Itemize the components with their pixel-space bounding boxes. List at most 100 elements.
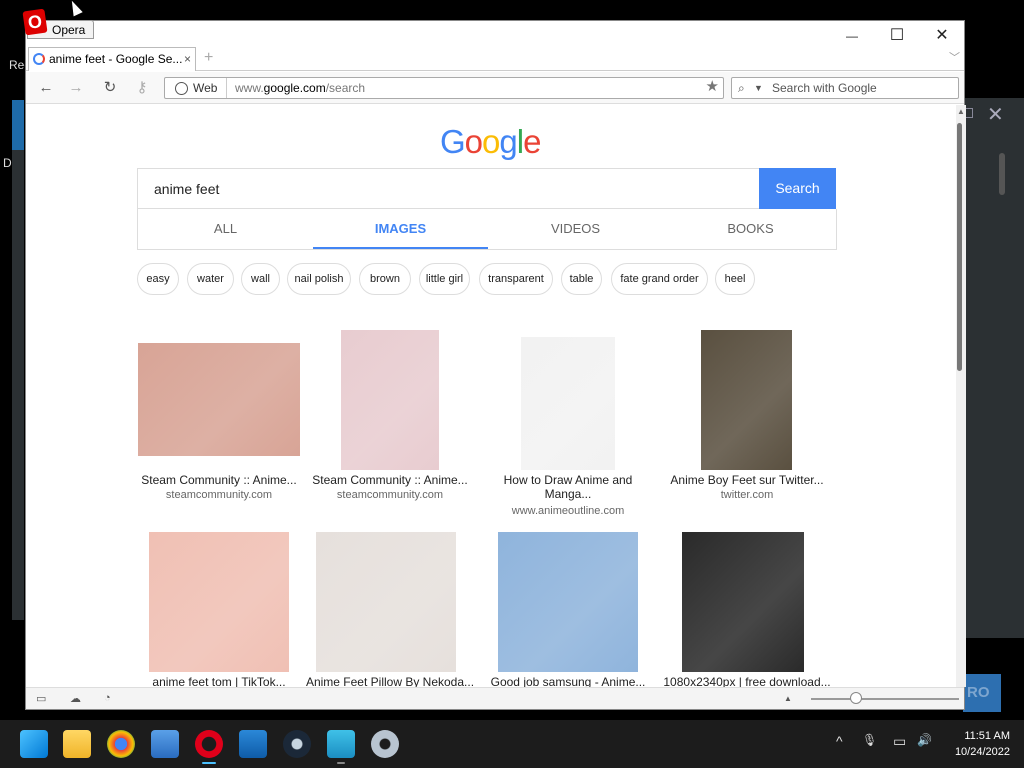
running-indicator <box>337 762 345 764</box>
file-explorer-icon[interactable] <box>63 730 91 758</box>
result-title[interactable]: How to Draw Anime and Manga... <box>483 473 653 501</box>
microphone-icon[interactable]: 🎙 <box>862 733 877 747</box>
address-bar[interactable]: Web www.google.com/search ★ <box>164 77 724 99</box>
chip-fate-grand-order[interactable]: fate grand order <box>611 263 708 295</box>
background-window-right: ✕ RO <box>960 98 1024 712</box>
tab-google-search[interactable]: anime feet - Google Se... × <box>28 47 196 71</box>
page-content: Google anime feet Search ALL IMAGES VIDEOS… <box>26 105 956 687</box>
running-indicator <box>202 762 216 764</box>
back-button[interactable]: ← <box>36 78 56 98</box>
key-icon[interactable]: ⚷ <box>132 78 152 98</box>
scroll-up-icon[interactable]: ▲ <box>957 107 965 116</box>
app-wave-icon[interactable] <box>327 730 355 758</box>
tab-close-icon[interactable]: × <box>184 48 191 71</box>
result-title[interactable]: anime feet tom | TikTok... <box>134 675 304 687</box>
browser-window: — ☐ ✕ anime feet - Google Se... × + ﹀ ← … <box>25 20 966 710</box>
background-button: RO <box>963 674 1001 712</box>
taskbar: ^ 🎙 ▭ 🔊 11:51 AM 10/24/2022 <box>0 720 1024 768</box>
tab-bar: anime feet - Google Se... × + ﹀ <box>26 47 964 71</box>
cloud-icon[interactable]: ☁ <box>70 692 81 705</box>
scroll-thumb[interactable] <box>957 123 962 371</box>
result-source: www.animeoutline.com <box>511 505 625 517</box>
result-thumbnail[interactable] <box>701 330 792 470</box>
result-thumbnail[interactable] <box>498 532 638 672</box>
tab-images[interactable]: IMAGES <box>313 209 488 249</box>
result-thumbnail[interactable] <box>521 337 615 470</box>
tab-videos[interactable]: VIDEOS <box>488 209 663 249</box>
chrome-icon[interactable] <box>107 730 135 758</box>
scrollbar <box>999 153 1005 195</box>
bookmark-star-icon[interactable]: ★ <box>706 77 719 97</box>
dropdown-arrow-icon[interactable]: ▼ <box>754 78 763 98</box>
turbo-icon[interactable]: ◔ <box>104 692 111 704</box>
chip-little-girl[interactable]: little girl <box>419 263 470 295</box>
google-search-input[interactable]: anime feet <box>137 168 760 209</box>
tab-list-chevron-icon[interactable]: ﹀ <box>949 49 960 65</box>
maximize-button[interactable]: ☐ <box>882 25 912 47</box>
tab-books[interactable]: BOOKS <box>663 209 838 249</box>
chip-transparent[interactable]: transparent <box>479 263 553 295</box>
background-window-left <box>12 100 24 620</box>
volume-icon[interactable]: 🔊 <box>917 733 932 747</box>
result-title[interactable]: Anime Boy Feet sur Twitter... <box>662 473 832 487</box>
google-logo: Google <box>440 123 541 160</box>
result-thumbnail[interactable] <box>341 330 439 470</box>
result-thumbnail[interactable] <box>682 532 804 672</box>
forward-button[interactable]: → <box>66 78 86 98</box>
result-source: twitter.com <box>720 489 774 501</box>
zoom-slider-knob[interactable] <box>850 692 862 704</box>
result-source: steamcommunity.com <box>165 489 273 501</box>
zoom-slider[interactable] <box>811 698 959 700</box>
clock-date: 10/24/2022 <box>954 746 1010 758</box>
opera-logo-icon[interactable]: O <box>22 8 48 36</box>
desktop-text-fragment-2: D <box>3 156 12 170</box>
result-title[interactable]: Steam Community :: Anime... <box>134 473 304 487</box>
result-thumbnail[interactable] <box>316 532 456 672</box>
url-text[interactable]: www.google.com/search <box>235 78 365 98</box>
minimize-button[interactable]: — <box>837 25 867 47</box>
chip-heel[interactable]: heel <box>715 263 755 295</box>
result-title[interactable]: Good job samsung - Anime... <box>483 675 653 687</box>
chip-wall[interactable]: wall <box>241 263 280 295</box>
google-favicon-icon <box>33 53 45 65</box>
mouse-cursor-icon <box>67 0 83 17</box>
result-title[interactable]: Steam Community :: Anime... <box>305 473 475 487</box>
chip-brown[interactable]: brown <box>359 263 411 295</box>
display-icon[interactable]: ▭ <box>893 733 906 750</box>
zoom-arrow-icon[interactable]: ▲ <box>784 694 792 703</box>
web-badge[interactable]: Web <box>165 78 227 98</box>
tab-title: anime feet - Google Se... <box>49 52 183 66</box>
settings-gear-icon[interactable] <box>371 730 399 758</box>
opera-icon[interactable] <box>195 730 223 758</box>
result-thumbnail[interactable] <box>149 532 289 672</box>
panel-toggle-icon[interactable]: ▭ <box>36 692 46 705</box>
vertical-scrollbar[interactable]: ▲ <box>956 105 966 687</box>
search-field[interactable]: ⌕ ▼ Search with Google <box>731 77 959 99</box>
windows-start-icon[interactable] <box>20 730 48 758</box>
app-icon[interactable] <box>151 730 179 758</box>
result-title[interactable]: 1080x2340px | free download... <box>662 675 832 687</box>
reload-button[interactable]: ↻ <box>100 78 120 98</box>
search-icon: ⌕ <box>738 81 745 95</box>
chip-table[interactable]: table <box>561 263 602 295</box>
chip-easy[interactable]: easy <box>137 263 179 295</box>
chip-water[interactable]: water <box>187 263 234 295</box>
steam-icon[interactable] <box>283 730 311 758</box>
tray-chevron-icon[interactable]: ^ <box>836 733 843 749</box>
result-source: steamcommunity.com <box>336 489 444 501</box>
result-title[interactable]: Anime Feet Pillow By Nekoda... <box>305 675 475 687</box>
close-icon: ✕ <box>987 104 1004 126</box>
chip-nail-polish[interactable]: nail polish <box>287 263 351 295</box>
clock[interactable]: 11:51 AM 10/24/2022 <box>955 728 1010 760</box>
navigation-bar: ← → ↻ ⚷ Web www.google.com/search ★ ⌕ ▼ … <box>26 72 964 104</box>
new-tab-button[interactable]: + <box>204 49 213 67</box>
result-type-tabs: ALL IMAGES VIDEOS BOOKS <box>137 209 837 250</box>
google-search-button[interactable]: Search <box>759 168 836 209</box>
search-placeholder: Search with Google <box>772 81 877 95</box>
clock-time: 11:51 AM <box>964 730 1010 742</box>
security-shield-icon[interactable] <box>239 730 267 758</box>
close-button[interactable]: ✕ <box>927 25 957 47</box>
tab-all[interactable]: ALL <box>138 209 313 249</box>
result-thumbnail[interactable] <box>138 343 300 456</box>
status-bar: ▭ ☁ ◔ ▲ <box>26 687 964 709</box>
